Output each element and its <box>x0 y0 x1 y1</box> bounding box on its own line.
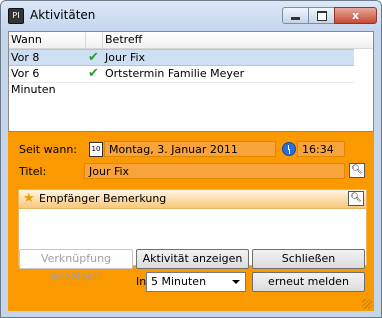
window-content: Wann Betreff Vor 8 Minuten ✔ Jour Fix Vo… <box>8 31 374 311</box>
show-activity-button[interactable]: Aktivität anzeigen <box>136 249 249 269</box>
row-when: Vor 8 Minuten <box>11 51 56 80</box>
star-icon: ★ <box>23 191 35 206</box>
column-header-subject[interactable]: Betreff <box>103 32 373 48</box>
title-field[interactable]: Jour Fix <box>84 163 345 179</box>
title-label: Titel: <box>19 165 47 178</box>
row-subject: Ortstermin Familie Meyer <box>105 67 245 80</box>
date-field[interactable]: Montag, 3. Januar 2011 <box>104 141 276 157</box>
panel-title: Empfänger Bemerkung <box>39 192 167 205</box>
app-icon: PI <box>8 8 24 24</box>
snooze-duration-select[interactable]: 5 Minuten <box>146 272 246 292</box>
close-icon: x <box>351 9 360 22</box>
window-title: Aktivitäten <box>30 8 96 22</box>
since-label: Seit wann: <box>19 143 78 156</box>
check-icon: ✔ <box>88 50 99 65</box>
show-link-button[interactable]: Verknüpfung anzeigen <box>19 249 133 283</box>
column-header-when[interactable]: Wann <box>9 32 86 48</box>
minimize-button[interactable] <box>282 7 309 24</box>
clock-icon <box>282 142 296 156</box>
row-when: Vor 6 Minuten <box>11 67 56 96</box>
maximize-button[interactable] <box>308 7 335 24</box>
search-icon[interactable]: 🔍︎ <box>348 191 364 206</box>
title-bar[interactable]: PI Aktivitäten x <box>1 1 381 31</box>
activity-list[interactable]: Wann Betreff Vor 8 Minuten ✔ Jour Fix Vo… <box>8 31 374 132</box>
snooze-selected-value: 5 Minuten <box>151 275 207 288</box>
remind-again-button[interactable]: erneut melden <box>252 272 365 292</box>
calendar-icon[interactable]: 10 <box>89 142 103 157</box>
snooze-in-label: In <box>136 275 147 288</box>
time-field[interactable]: 16:34 <box>297 141 345 157</box>
list-row[interactable]: Vor 8 Minuten ✔ Jour Fix <box>9 49 354 80</box>
close-button[interactable]: Schließen <box>252 249 365 269</box>
close-window-button[interactable]: x <box>334 7 377 24</box>
search-icon[interactable]: 🔍︎ <box>349 163 365 178</box>
check-icon: ✔ <box>88 66 99 81</box>
chevron-down-icon <box>232 280 240 284</box>
activities-window: PI Aktivitäten x Wann Betreff Vor 8 Minu… <box>0 0 382 318</box>
resize-grip-icon[interactable] <box>362 299 372 309</box>
row-subject: Jour Fix <box>105 51 146 64</box>
list-row[interactable]: Vor 6 Minuten ✔ Ortstermin Familie Meyer <box>9 66 354 96</box>
panel-header: ★ Empfänger Bemerkung 🔍︎ <box>19 190 366 209</box>
list-header: Wann Betreff <box>9 32 373 49</box>
column-header-status[interactable] <box>86 32 103 48</box>
